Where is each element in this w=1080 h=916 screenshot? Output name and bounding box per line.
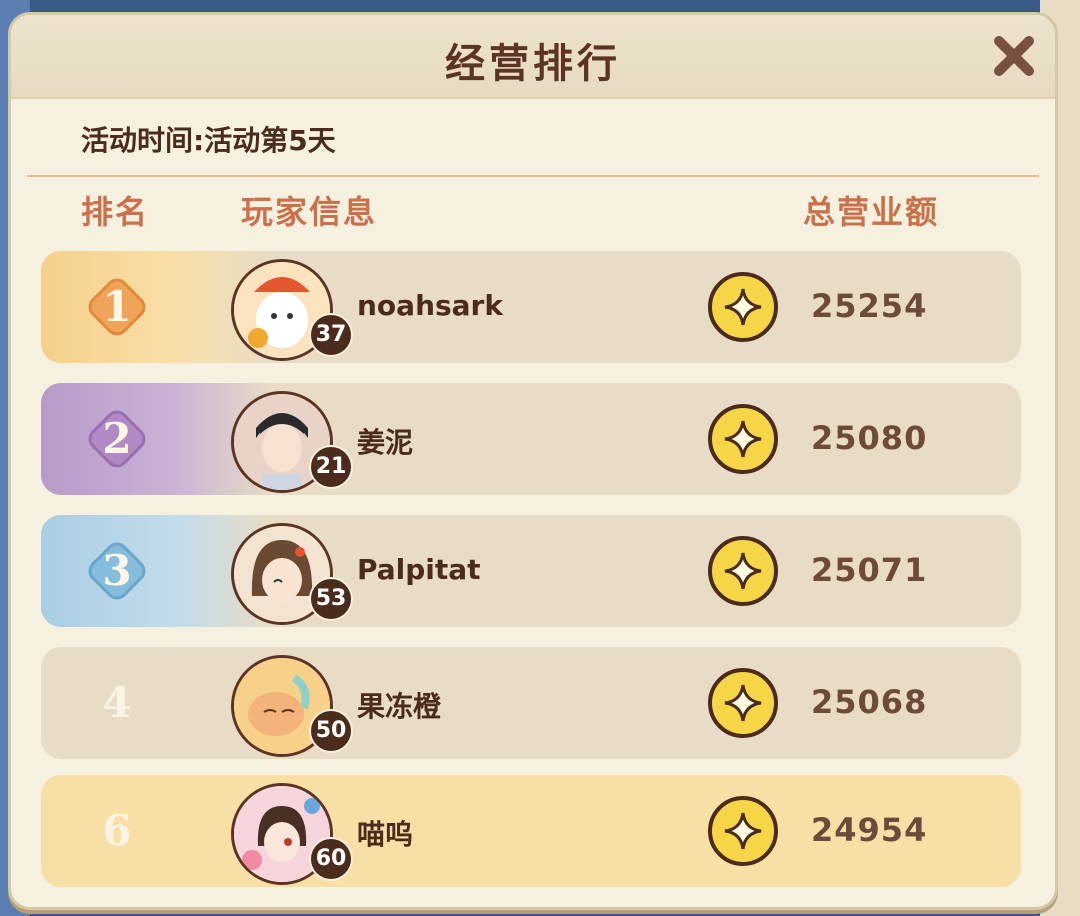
coin-icon — [708, 796, 778, 866]
panel-title: 经营排行 — [445, 41, 621, 87]
event-time-label: 活动时间:活动第5天 — [81, 124, 336, 157]
revenue-amount: 24954 — [811, 811, 928, 849]
close-icon[interactable] — [989, 31, 1039, 81]
player-name: noahsark — [357, 289, 503, 322]
player-name: 姜泥 — [357, 426, 414, 459]
rank-number: 4 — [102, 678, 132, 727]
rank-number: 2 — [102, 414, 132, 463]
column-header-total: 总营业额 — [803, 193, 940, 231]
column-header-player: 玩家信息 — [241, 193, 378, 231]
ranking-row[interactable]: 1 37 noahsark 25254 — [41, 251, 1021, 363]
ranking-panel: 经营排行 活动时间:活动第5天 排名 玩家信息 总营业额 1 37 noahsa… — [8, 12, 1058, 910]
level-badge: 53 — [309, 577, 353, 621]
player-name: Palpitat — [357, 553, 481, 586]
title-bar: 经营排行 — [11, 15, 1055, 99]
ranking-row[interactable]: 3 53 Palpitat 25071 — [41, 515, 1021, 627]
revenue-amount: 25071 — [811, 551, 928, 589]
coin-icon — [708, 668, 778, 738]
divider — [27, 175, 1039, 177]
level-badge: 60 — [309, 837, 353, 881]
rank-number: 3 — [102, 546, 132, 595]
rank-number: 6 — [102, 806, 132, 855]
revenue-amount: 25068 — [811, 683, 928, 721]
ranking-row[interactable]: 4 50 果冻橙 25068 — [41, 647, 1021, 759]
level-badge: 21 — [309, 445, 353, 489]
coin-icon — [708, 536, 778, 606]
coin-icon — [708, 272, 778, 342]
level-badge: 37 — [309, 313, 353, 357]
revenue-amount: 25080 — [811, 419, 928, 457]
ranking-row-self[interactable]: 6 60 喵呜 24954 — [41, 775, 1021, 887]
coin-icon — [708, 404, 778, 474]
ranking-row[interactable]: 2 21 姜泥 25080 — [41, 383, 1021, 495]
column-header-rank: 排名 — [81, 193, 150, 231]
player-name: 喵呜 — [357, 818, 414, 851]
revenue-amount: 25254 — [811, 287, 928, 325]
rank-number: 1 — [102, 282, 132, 331]
level-badge: 50 — [309, 709, 353, 753]
player-name: 果冻橙 — [357, 690, 442, 723]
